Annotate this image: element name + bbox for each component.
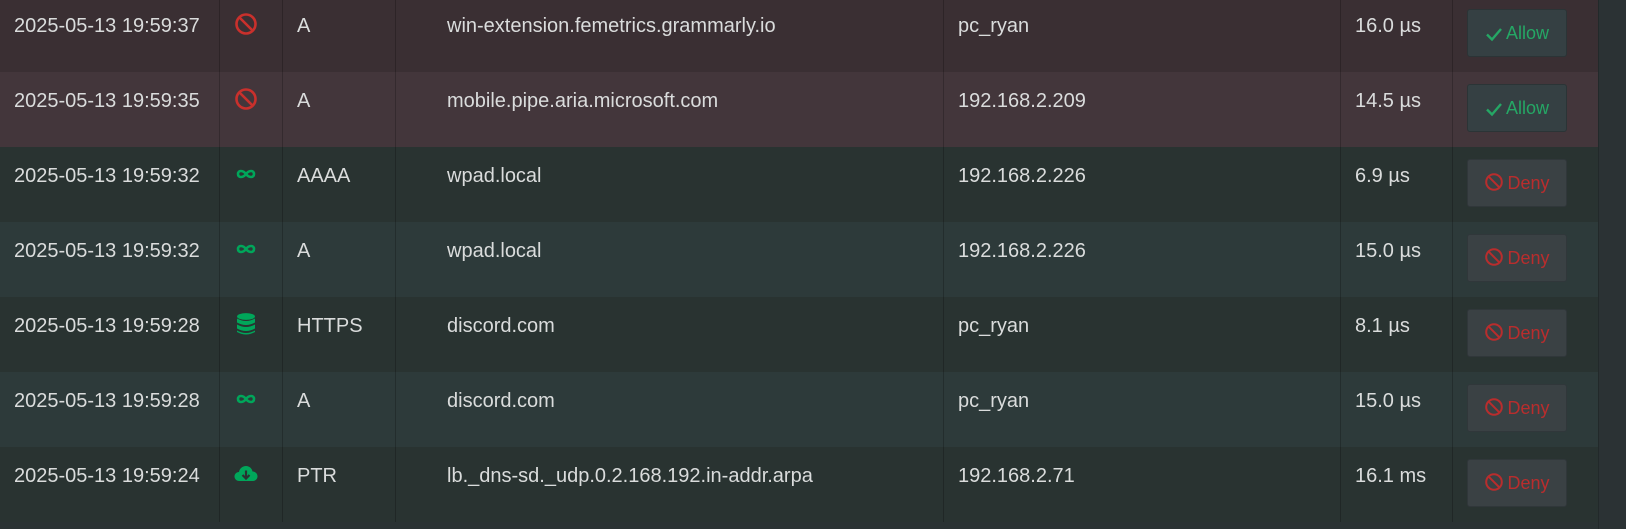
query-type: A	[297, 390, 311, 412]
infinity-icon	[236, 169, 256, 179]
query-client: pc_ryan	[958, 15, 1030, 37]
query-duration: 16.1 ms	[1355, 465, 1427, 487]
table-row: 2025-05-13 19:59:32 AAAA wpad.local 192.…	[0, 147, 1598, 222]
query-domain: discord.com	[447, 315, 555, 337]
database-icon	[237, 313, 255, 335]
deny-button[interactable]: Deny	[1467, 159, 1567, 207]
query-time: 2025-05-13 19:59:37	[14, 15, 200, 37]
query-domain: wpad.local	[447, 240, 542, 262]
allow-label: Allow	[1505, 98, 1549, 118]
query-time: 2025-05-13 19:59:28	[14, 315, 200, 337]
check-icon	[1486, 28, 1502, 42]
table-row: 2025-05-13 19:59:32 A wpad.local 192.168…	[0, 222, 1598, 297]
query-type: PTR	[297, 465, 337, 487]
ban-icon	[1485, 323, 1504, 341]
query-duration: 15.0 µs	[1355, 240, 1422, 262]
query-type: A	[297, 240, 311, 262]
query-time: 2025-05-13 19:59:35	[14, 90, 200, 112]
deny-label: Deny	[1507, 173, 1550, 193]
blocked-icon	[235, 13, 257, 35]
query-time: 2025-05-13 19:59:24	[14, 465, 200, 487]
query-duration: 16.0 µs	[1355, 15, 1422, 37]
query-domain: mobile.pipe.aria.microsoft.com	[447, 90, 719, 112]
deny-label: Deny	[1507, 248, 1550, 268]
cloud-download-icon	[234, 466, 258, 481]
deny-button[interactable]: Deny	[1467, 384, 1567, 432]
ban-icon	[1485, 398, 1504, 416]
query-domain: win-extension.femetrics.grammarly.io	[447, 15, 776, 37]
allow-label: Allow	[1505, 23, 1549, 43]
table-row: 2025-05-13 19:59:24 PTR lb._dns-sd._udp.…	[0, 447, 1598, 522]
query-client: pc_ryan	[958, 315, 1030, 337]
query-domain: discord.com	[447, 390, 555, 412]
query-type: AAAA	[297, 165, 351, 187]
query-time: 2025-05-13 19:59:32	[14, 165, 200, 187]
query-client: 192.168.2.71	[958, 465, 1075, 487]
allow-button[interactable]: Allow	[1467, 9, 1567, 57]
query-duration: 6.9 µs	[1355, 165, 1410, 187]
ban-icon	[1485, 173, 1504, 191]
table-row: 2025-05-13 19:59:28 A discord.com pc_rya…	[0, 372, 1598, 447]
deny-label: Deny	[1507, 473, 1550, 493]
infinity-icon	[236, 244, 256, 254]
query-client: 192.168.2.226	[958, 240, 1086, 262]
ban-icon	[1485, 473, 1504, 491]
query-time: 2025-05-13 19:59:28	[14, 390, 200, 412]
query-client: pc_ryan	[958, 390, 1030, 412]
query-type: A	[297, 90, 311, 112]
blocked-icon	[235, 88, 257, 110]
table-row: 2025-05-13 19:59:35 A mobile.pipe.aria.m…	[0, 72, 1598, 147]
deny-button[interactable]: Deny	[1467, 459, 1567, 507]
deny-button[interactable]: Deny	[1467, 309, 1567, 357]
query-log-table: 2025-05-13 19:59:37 A win-extension.feme…	[0, 0, 1598, 529]
check-icon	[1486, 103, 1502, 117]
ban-icon	[1485, 248, 1504, 266]
query-domain: wpad.local	[447, 165, 542, 187]
query-duration: 14.5 µs	[1355, 90, 1422, 112]
query-type: HTTPS	[297, 315, 363, 337]
query-client: 192.168.2.209	[958, 90, 1086, 112]
query-time: 2025-05-13 19:59:32	[14, 240, 200, 262]
infinity-icon	[236, 394, 256, 404]
deny-button[interactable]: Deny	[1467, 234, 1567, 282]
allow-button[interactable]: Allow	[1467, 84, 1567, 132]
query-client: 192.168.2.226	[958, 165, 1086, 187]
query-duration: 8.1 µs	[1355, 315, 1410, 337]
query-duration: 15.0 µs	[1355, 390, 1422, 412]
query-domain: lb._dns-sd._udp.0.2.168.192.in-addr.arpa	[447, 465, 813, 487]
deny-label: Deny	[1507, 323, 1550, 343]
table-row: 2025-05-13 19:59:28 HTTPS discord.com pc…	[0, 297, 1598, 372]
query-type: A	[297, 15, 311, 37]
vertical-scrollbar[interactable]	[1598, 0, 1626, 529]
table-row: 2025-05-13 19:59:37 A win-extension.feme…	[0, 0, 1598, 72]
deny-label: Deny	[1507, 398, 1550, 418]
